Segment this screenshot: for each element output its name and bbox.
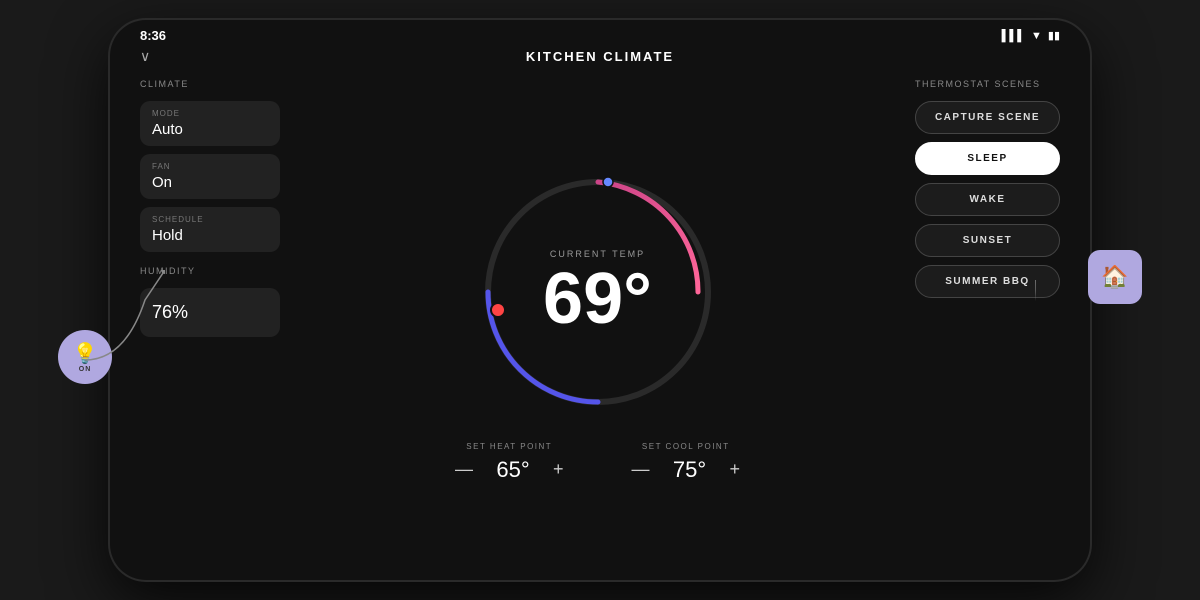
- page-title: KITCHEN CLIMATE: [526, 49, 674, 64]
- left-connector: [85, 270, 165, 390]
- climate-section-label: CLIMATE: [140, 79, 280, 89]
- mode-label: MODE: [152, 109, 268, 118]
- mode-value: Auto: [152, 121, 268, 138]
- humidity-value: 76%: [152, 302, 268, 323]
- status-icons: ▌▌▌ ▼ ▮▮: [1002, 29, 1060, 42]
- cool-point-group: SET COOL POINT — 75° +: [628, 442, 745, 483]
- heat-point-value: 65°: [493, 457, 533, 483]
- schedule-value: Hold: [152, 227, 268, 244]
- heat-point-controls: — 65° +: [451, 457, 568, 483]
- status-time: 8:36: [140, 28, 166, 43]
- center-area: CURRENT TEMP 69° SET HEAT POINT — 65° +: [300, 74, 895, 570]
- capture-scene-button[interactable]: CAPTURE SCENE: [915, 101, 1060, 134]
- scenes-section-label: THERMOSTAT SCENES: [915, 79, 1060, 89]
- sunset-scene-button[interactable]: SUNSET: [915, 224, 1060, 257]
- cool-point-value: 75°: [670, 457, 710, 483]
- battery-icon: ▮▮: [1048, 29, 1060, 42]
- tablet-shell: 8:36 ▌▌▌ ▼ ▮▮ ∨ KITCHEN CLIMATE CLIMATE …: [110, 20, 1090, 580]
- header: ∨ KITCHEN CLIMATE: [110, 47, 1090, 74]
- sleep-scene-button[interactable]: SLEEP: [915, 142, 1060, 175]
- current-temp-value: 69°: [543, 259, 652, 339]
- cool-minus-button[interactable]: —: [628, 459, 654, 480]
- cool-plus-button[interactable]: +: [726, 459, 745, 480]
- current-temp-label: CURRENT TEMP: [543, 249, 652, 259]
- main-content: CLIMATE MODE Auto FAN On SCHEDULE Hold H…: [110, 74, 1090, 580]
- schedule-label: SCHEDULE: [152, 215, 268, 224]
- cool-point-controls: — 75° +: [628, 457, 745, 483]
- heat-point-group: SET HEAT POINT — 65° +: [451, 442, 568, 483]
- right-connector: [1035, 280, 1115, 480]
- schedule-card[interactable]: SCHEDULE Hold: [140, 207, 280, 252]
- fan-value: On: [152, 174, 268, 191]
- signal-icon: ▌▌▌: [1002, 30, 1025, 42]
- fan-label: FAN: [152, 162, 268, 171]
- wifi-icon: ▼: [1031, 30, 1042, 42]
- thermostat-inner: CURRENT TEMP 69°: [543, 249, 652, 335]
- heat-minus-button[interactable]: —: [451, 459, 477, 480]
- status-bar: 8:36 ▌▌▌ ▼ ▮▮: [110, 20, 1090, 47]
- setpoints-row: SET HEAT POINT — 65° + SET COOL POINT — …: [451, 442, 744, 483]
- chevron-down-icon[interactable]: ∨: [140, 48, 150, 65]
- mode-card[interactable]: MODE Auto: [140, 101, 280, 146]
- wake-scene-button[interactable]: WAKE: [915, 183, 1060, 216]
- cool-point-label: SET COOL POINT: [642, 442, 730, 451]
- heat-point-label: SET HEAT POINT: [466, 442, 552, 451]
- right-widget[interactable]: 🏠: [1088, 250, 1142, 304]
- heat-plus-button[interactable]: +: [549, 459, 568, 480]
- thermostat-dial[interactable]: CURRENT TEMP 69°: [468, 162, 728, 422]
- fan-card[interactable]: FAN On: [140, 154, 280, 199]
